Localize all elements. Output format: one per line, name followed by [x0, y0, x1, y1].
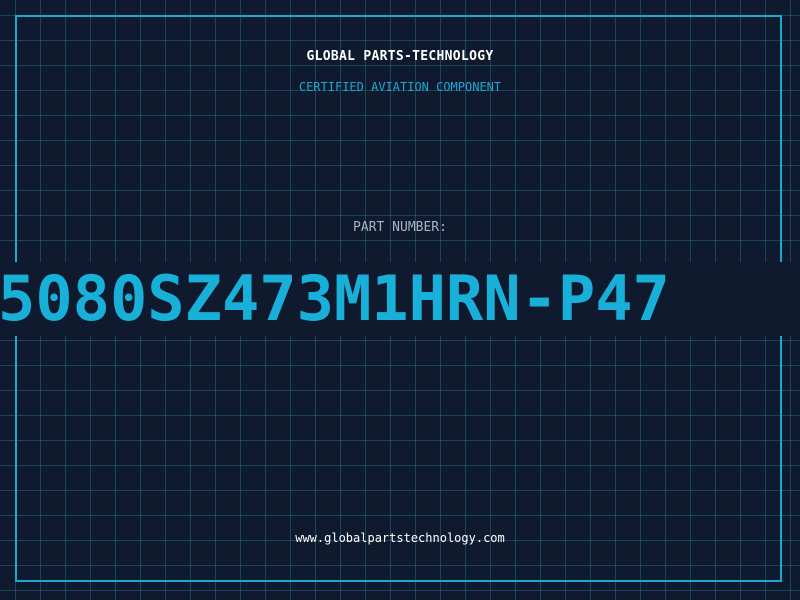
part-number-label: PART NUMBER:	[353, 220, 447, 235]
website-url: www.globalpartstechnology.com	[295, 531, 505, 545]
part-number-value: 5080SZ473M1HRN-P47	[0, 262, 670, 335]
certification-subtitle: CERTIFIED AVIATION COMPONENT	[298, 80, 502, 94]
part-label-card: GLOBAL PARTS-TECHNOLOGY CERTIFIED AVIATI…	[0, 0, 800, 600]
company-name: GLOBAL PARTS-TECHNOLOGY	[306, 49, 494, 64]
part-number-band: 5080SZ473M1HRN-P47	[0, 262, 800, 336]
